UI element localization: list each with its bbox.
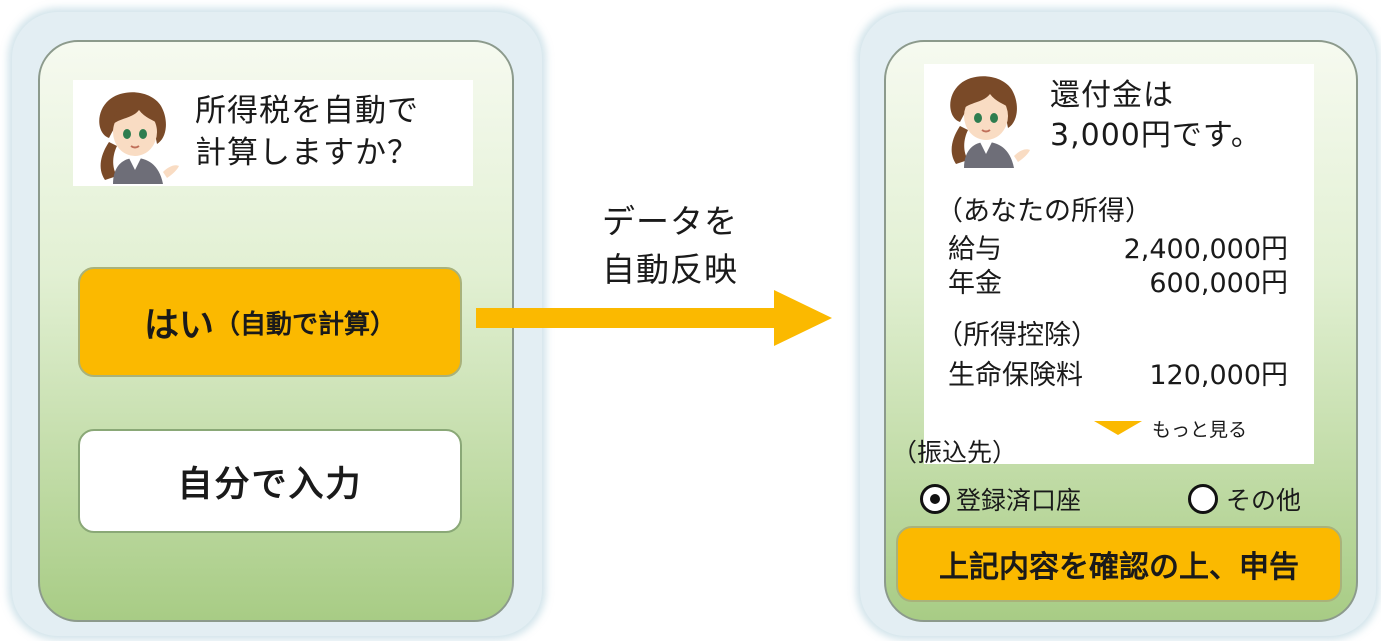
question-text: 所得税を自動で 計算しますか？	[195, 90, 470, 174]
self-input-label: 自分で入力	[177, 464, 363, 505]
self-input-button[interactable]: 自分で入力	[78, 429, 462, 533]
transfer-option-label-other: その他	[1226, 486, 1302, 515]
transfer-option-registered[interactable]: 登録済口座	[920, 482, 1081, 516]
income-label-salary: 給与	[948, 234, 1002, 265]
triangle-down-icon	[1094, 421, 1142, 435]
left-phone-screen: 所得税を自動で 計算しますか？ はい （自動で計算） 自分で入力	[38, 40, 514, 622]
right-arrow-icon	[476, 290, 832, 346]
refund-line-2: 3,000円です。	[1050, 118, 1262, 153]
question-line-1: 所得税を自動で	[195, 93, 419, 129]
yes-auto-calc-button[interactable]: はい （自動で計算）	[78, 267, 462, 377]
income-label-pension: 年金	[948, 268, 1002, 299]
yes-button-main-label: はい	[143, 305, 214, 346]
more-link[interactable]: もっと見る	[1094, 414, 1247, 442]
transfer-option-label-registered: 登録済口座	[956, 486, 1082, 515]
radio-selected-dot	[930, 494, 940, 504]
auto-reflect-line-1: データを	[602, 202, 738, 241]
income-amount-pension: 600,000円	[1149, 268, 1288, 299]
woman-avatar-icon	[99, 92, 179, 184]
more-link-label: もっと見る	[1152, 418, 1248, 441]
right-phone-screen: 還付金は 3,000円です。 （あなたの所得） 給与 2,400,000円 年金…	[884, 40, 1358, 622]
auto-reflect-label: データを 自動反映	[580, 198, 760, 294]
auto-reflect-line-2: 自動反映	[602, 250, 738, 289]
income-amount-salary: 2,400,000円	[1123, 234, 1288, 265]
refund-message: 還付金は 3,000円です。	[1050, 76, 1310, 156]
yes-button-sub-label: （自動で計算）	[214, 309, 397, 340]
question-box: 所得税を自動で 計算しますか？	[73, 80, 473, 186]
deduction-heading: （所得控除）	[936, 320, 1098, 351]
deduction-row-life-insurance: 生命保険料 120,000円	[948, 360, 1288, 392]
radio-registered-account[interactable]	[920, 484, 950, 514]
woman-avatar-icon	[950, 76, 1030, 168]
refund-line-1: 還付金は	[1050, 78, 1174, 113]
radio-other[interactable]	[1188, 484, 1218, 514]
transfer-option-other[interactable]: その他	[1188, 482, 1301, 516]
transfer-heading: （振込先）	[892, 438, 1018, 467]
income-heading: （あなたの所得）	[936, 196, 1152, 227]
income-row-pension: 年金 600,000円	[948, 268, 1288, 300]
deduction-label-life-insurance: 生命保険料	[948, 360, 1083, 391]
income-row-salary: 給与 2,400,000円	[948, 234, 1288, 266]
submit-declaration-label: 上記内容を確認の上、申告	[939, 550, 1299, 585]
deduction-amount-life-insurance: 120,000円	[1149, 360, 1288, 391]
submit-declaration-button[interactable]: 上記内容を確認の上、申告	[896, 526, 1342, 602]
question-line-2: 計算しますか？	[195, 135, 419, 171]
refund-result-box: 還付金は 3,000円です。 （あなたの所得） 給与 2,400,000円 年金…	[924, 64, 1314, 464]
